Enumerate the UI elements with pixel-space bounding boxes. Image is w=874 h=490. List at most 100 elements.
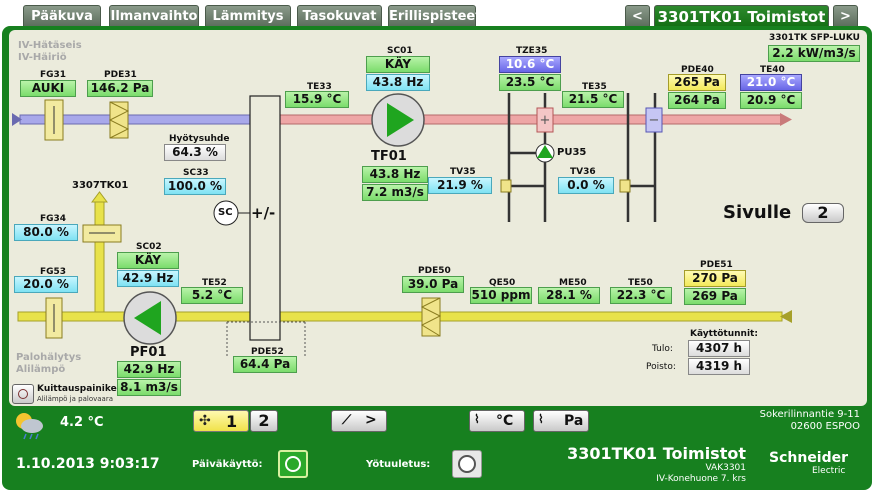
hours-poisto-value: 4319 h bbox=[688, 358, 750, 375]
speed-2-button[interactable]: 2 bbox=[250, 410, 278, 432]
pde31-value[interactable]: 146.2 Pa bbox=[87, 80, 153, 97]
trend-icon: ⌇ bbox=[538, 412, 544, 426]
sc33-label: SC33 bbox=[183, 168, 209, 178]
tf01-label: TF01 bbox=[371, 149, 407, 164]
pde52-value[interactable]: 64.4 Pa bbox=[233, 356, 297, 373]
hours-tulo-label: Tulo: bbox=[652, 344, 673, 354]
brand-sub: Electric bbox=[812, 466, 846, 476]
sc02-freq[interactable]: 42.9 Hz bbox=[117, 270, 179, 287]
tf01-flow[interactable]: 7.2 m3/s bbox=[362, 184, 428, 201]
pde40-value2[interactable]: 264 Pa bbox=[668, 92, 726, 109]
hyotysuhde-value: 64.3 % bbox=[164, 144, 226, 161]
fg53-value[interactable]: 20.0 % bbox=[14, 276, 78, 293]
sc02-state[interactable]: KÄY bbox=[117, 252, 179, 269]
speed-1-label: 1 bbox=[226, 412, 238, 431]
svg-text:−: − bbox=[649, 113, 660, 128]
alarm-hairio: IV-Häiriö bbox=[18, 52, 67, 63]
fan-icon: ✣ bbox=[199, 413, 211, 429]
address-line1: Sokerilinnantie 9-11 bbox=[759, 409, 860, 420]
me50-value[interactable]: 28.1 % bbox=[538, 287, 600, 304]
trend-temp-label: °C bbox=[496, 413, 514, 429]
hours-poisto-label: Poisto: bbox=[646, 362, 676, 372]
fg34-value[interactable]: 80.0 % bbox=[14, 224, 78, 241]
pf01-flow[interactable]: 8.1 m3/s bbox=[117, 379, 181, 396]
weather-icon bbox=[12, 410, 46, 440]
filter-pde31 bbox=[109, 101, 129, 139]
clock-icon bbox=[285, 456, 301, 472]
tv35-label: TV35 bbox=[450, 167, 476, 177]
pde50-value[interactable]: 39.0 Pa bbox=[402, 276, 464, 293]
pde51-value2[interactable]: 269 Pa bbox=[684, 288, 746, 305]
brand-name: Schneider bbox=[769, 450, 849, 466]
speed-1-button[interactable]: ✣ 1 bbox=[193, 410, 249, 432]
trend-temp-button[interactable]: ⌇ °C bbox=[469, 410, 525, 432]
paivakaytto-label: Päiväkäyttö: bbox=[192, 459, 263, 470]
pf01-freq[interactable]: 42.9 Hz bbox=[117, 361, 181, 378]
switch-icon: ⟋ bbox=[342, 413, 352, 428]
trend-pa-label: Pa bbox=[564, 413, 584, 429]
te40-value2[interactable]: 20.9 °C bbox=[740, 92, 802, 109]
pu35-label: PU35 bbox=[557, 147, 587, 158]
sivulle-button[interactable]: 2 bbox=[802, 203, 844, 223]
te35-value[interactable]: 21.5 °C bbox=[562, 91, 624, 108]
footer-room: IV-Konehuone 7. krs bbox=[656, 474, 746, 484]
tv35-value[interactable]: 21.9 % bbox=[428, 177, 492, 194]
te50-value[interactable]: 22.3 °C bbox=[610, 287, 672, 304]
trend-icon: ⌇ bbox=[474, 412, 480, 426]
outdoor-temp: 4.2 °C bbox=[60, 415, 104, 430]
sc02-label: SC02 bbox=[136, 242, 162, 252]
override-button[interactable]: ⟋ > bbox=[331, 410, 387, 432]
pde51-label: PDE51 bbox=[700, 260, 733, 270]
pde40-value1[interactable]: 265 Pa bbox=[668, 74, 726, 91]
sc01-freq[interactable]: 43.8 Hz bbox=[366, 74, 430, 91]
tv36-label: TV36 bbox=[570, 167, 596, 177]
tf01-freq[interactable]: 43.8 Hz bbox=[362, 166, 428, 183]
alarm-hatasei: IV-Hätäseis bbox=[18, 40, 82, 51]
pde50-label: PDE50 bbox=[418, 266, 451, 276]
te52-value[interactable]: 5.2 °C bbox=[181, 287, 243, 304]
qe50-value[interactable]: 510 ppm bbox=[470, 287, 532, 304]
hours-tulo-value: 4307 h bbox=[688, 340, 750, 357]
te40-value1[interactable]: 21.0 °C bbox=[740, 74, 802, 91]
ack-button[interactable] bbox=[12, 384, 34, 404]
ack-title: Kuittauspainike bbox=[37, 384, 117, 394]
address-line2: 02600 ESPOO bbox=[790, 421, 860, 432]
sc01-state[interactable]: KÄY bbox=[366, 56, 430, 73]
tze35-value1[interactable]: 10.6 °C bbox=[499, 56, 561, 73]
sc33-value[interactable]: 100.0 % bbox=[164, 178, 226, 195]
datetime: 1.10.2013 9:03:17 bbox=[16, 456, 160, 472]
tze35-label: TZE35 bbox=[516, 46, 548, 56]
footer-title: 3301TK01 Toimistot bbox=[567, 444, 746, 463]
footer-vak: VAK3301 bbox=[705, 463, 746, 473]
ack-icon bbox=[18, 389, 28, 399]
tv36-value[interactable]: 0.0 % bbox=[558, 177, 614, 194]
yotuuletus-label: Yötuuletus: bbox=[366, 459, 431, 470]
supply-duct bbox=[279, 114, 783, 125]
alarm-palo: Palohälytys bbox=[16, 352, 82, 363]
sfp-label: 3301TK SFP-LUKU bbox=[769, 33, 860, 43]
sfp-value[interactable]: 2.2 kW/m3/s bbox=[768, 45, 860, 62]
svg-text:+: + bbox=[540, 113, 551, 128]
clock-icon bbox=[458, 455, 476, 473]
alarm-alilampo: Alilämpö bbox=[16, 364, 66, 375]
paivakaytto-button[interactable] bbox=[278, 450, 308, 478]
sc-controller[interactable]: SC bbox=[218, 207, 233, 218]
hyotysuhde-label: Hyötysuhde bbox=[169, 134, 230, 144]
arrow-icon: > bbox=[365, 412, 377, 428]
outdoor-label: 3307TK01 bbox=[72, 180, 129, 191]
te33-value[interactable]: 15.9 °C bbox=[285, 91, 349, 108]
pde31-label: PDE31 bbox=[104, 70, 137, 80]
yotuuletus-button[interactable] bbox=[452, 450, 482, 478]
pde51-value1[interactable]: 270 Pa bbox=[684, 270, 746, 287]
tze35-value2[interactable]: 23.5 °C bbox=[499, 74, 561, 91]
return-duct bbox=[279, 311, 783, 322]
fg31-value[interactable]: AUKI bbox=[20, 80, 76, 97]
hours-title: Käyttötunnit: bbox=[690, 329, 758, 339]
sc01-label: SC01 bbox=[387, 46, 413, 56]
ack-sub: Alilämpö ja palovaara bbox=[37, 395, 113, 403]
sivulle-label: Sivulle bbox=[723, 202, 792, 223]
trend-pa-button[interactable]: ⌇ Pa bbox=[533, 410, 589, 432]
fg31-label: FG31 bbox=[40, 70, 67, 80]
pf01-label: PF01 bbox=[130, 345, 167, 360]
heat-exchanger-label: +/- bbox=[251, 204, 276, 222]
